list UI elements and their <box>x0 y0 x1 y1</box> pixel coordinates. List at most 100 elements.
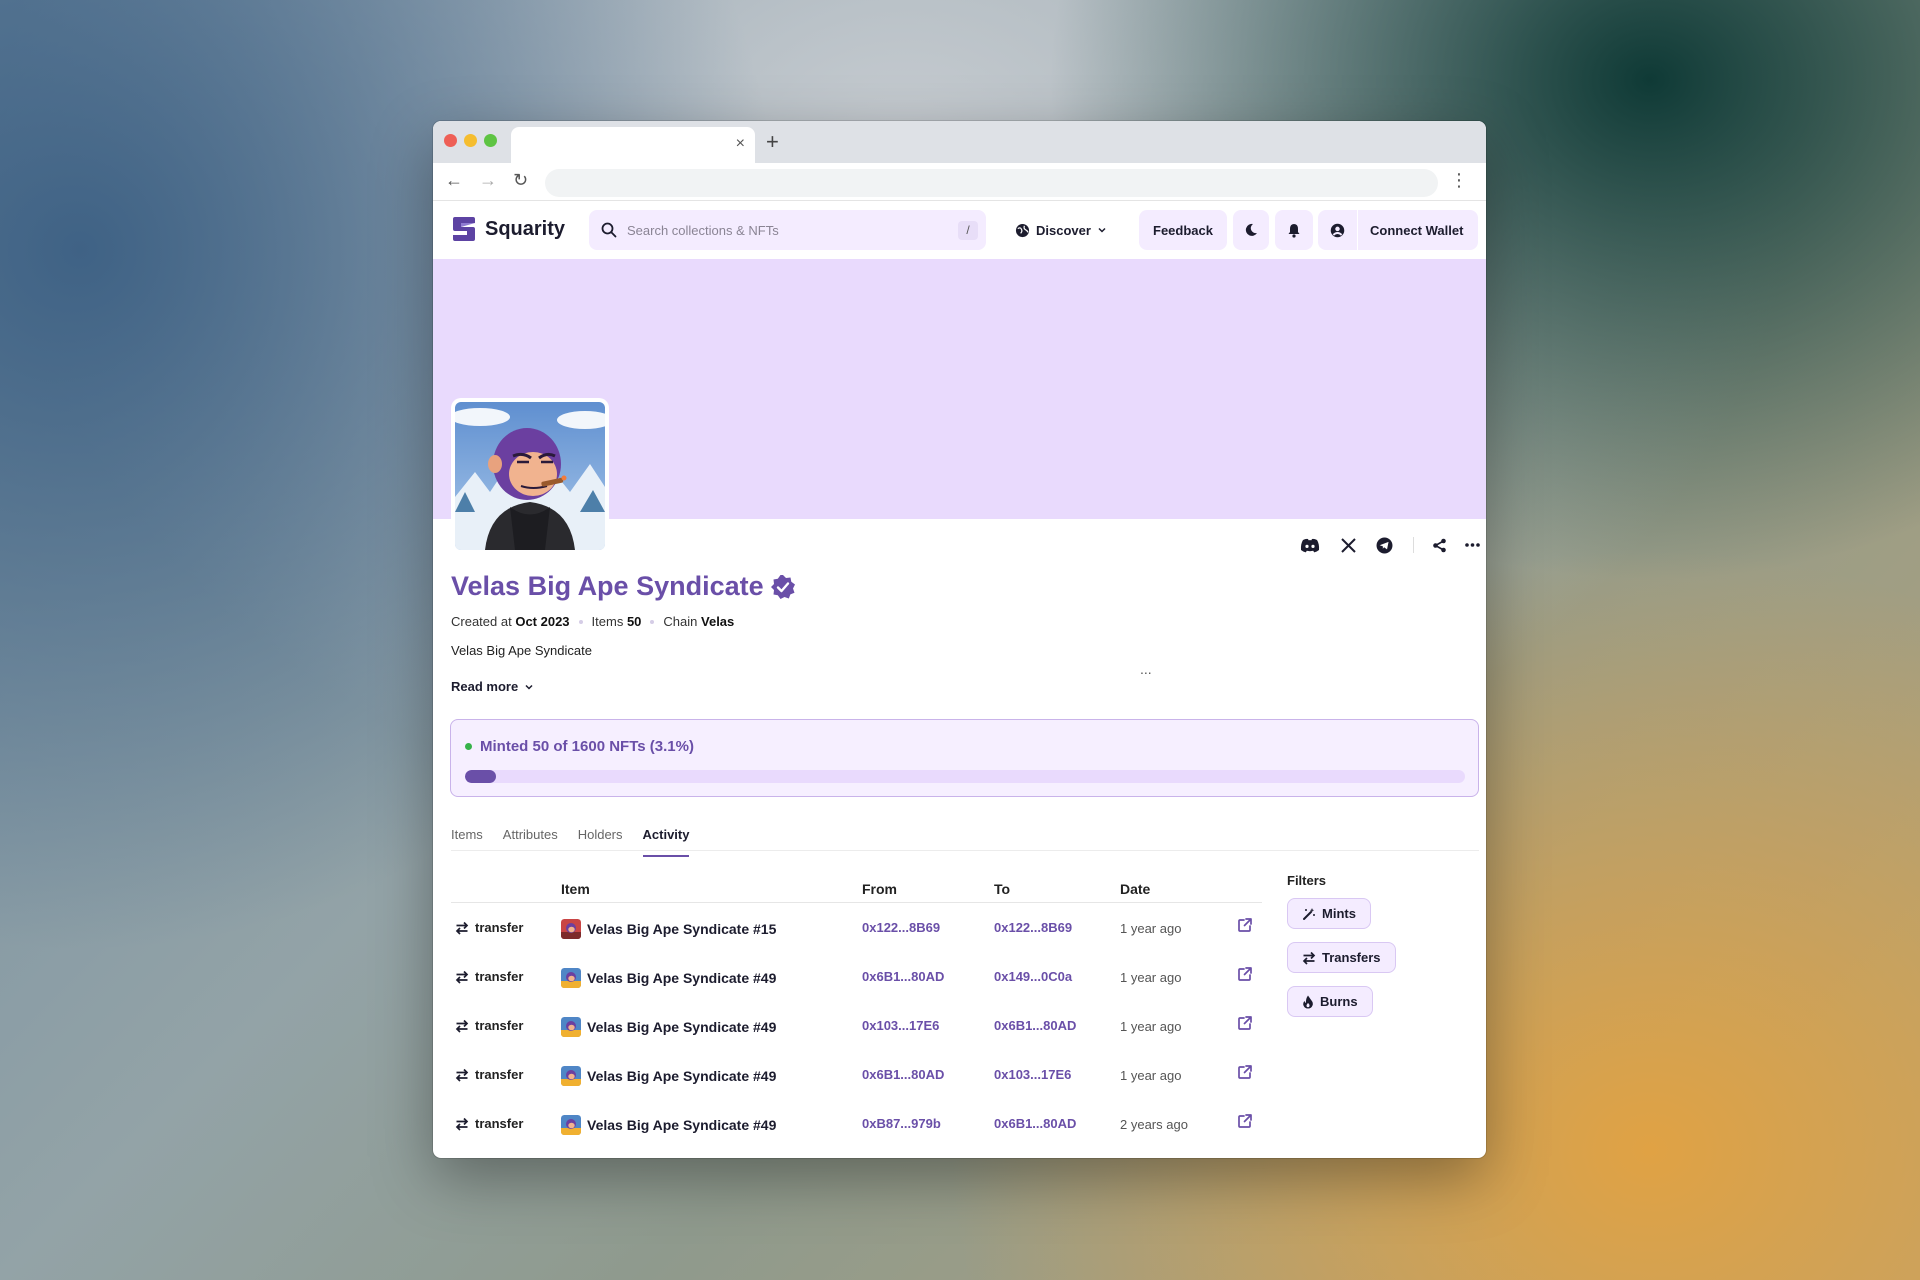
item-link[interactable]: Velas Big Ape Syndicate #49 <box>561 1017 776 1037</box>
from-address-link[interactable]: 0x6B1...80AD <box>862 969 944 984</box>
external-link-icon <box>1238 1016 1252 1030</box>
event-type-label: transfer <box>475 1067 524 1082</box>
feedback-button[interactable]: Feedback <box>1139 210 1227 250</box>
maximize-window-button[interactable] <box>484 134 497 147</box>
search-icon <box>601 222 617 238</box>
arrows-swap-icon <box>455 1068 469 1082</box>
tab-items[interactable]: Items <box>451 827 483 857</box>
created-at: Created at Oct 2023 <box>451 614 570 629</box>
tab-holders[interactable]: Holders <box>578 827 623 857</box>
tab-activity[interactable]: Activity <box>642 827 690 857</box>
notifications-button[interactable] <box>1275 210 1313 250</box>
mint-status: Minted 50 of 1600 NFTs (3.1%) <box>465 738 694 755</box>
to-address-link[interactable]: 0x6B1...80AD <box>994 1116 1076 1131</box>
mint-progress-bar <box>465 770 1465 783</box>
external-link-button[interactable] <box>1237 1064 1253 1080</box>
search-box[interactable]: / <box>589 210 986 250</box>
more-horizontal-icon <box>1464 543 1480 547</box>
filter-burns-button[interactable]: Burns <box>1287 986 1373 1017</box>
filter-mints-button[interactable]: Mints <box>1287 898 1371 929</box>
discord-link[interactable] <box>1298 533 1322 557</box>
from-address-link[interactable]: 0x103...17E6 <box>862 1018 939 1033</box>
nft-thumbnail <box>561 968 581 988</box>
table-row[interactable]: transfer Velas Big Ape Syndicate #15 0x122… <box>451 903 1262 952</box>
tab-strip: × + <box>433 121 1486 163</box>
event-type-label: transfer <box>475 920 524 935</box>
new-tab-button[interactable]: + <box>766 131 779 153</box>
table-row[interactable]: transfer Velas Big Ape Syndicate #49 0x103… <box>451 1001 1262 1050</box>
forward-button[interactable]: → <box>479 170 497 190</box>
discover-label: Discover <box>1036 222 1091 238</box>
item-link[interactable]: Velas Big Ape Syndicate #49 <box>561 968 776 988</box>
external-link-button[interactable] <box>1237 966 1253 982</box>
url-input[interactable] <box>545 169 1438 197</box>
activity-rows: transfer Velas Big Ape Syndicate #15 0x122… <box>451 903 1262 1148</box>
external-link-button[interactable] <box>1237 917 1253 933</box>
collection-name: Velas Big Ape Syndicate <box>451 571 764 601</box>
filter-transfers-label: Transfers <box>1322 950 1381 965</box>
globe-icon <box>1015 223 1030 237</box>
event-date: 1 year ago <box>1120 921 1182 936</box>
search-shortcut-badge: / <box>958 221 978 240</box>
tab-attributes[interactable]: Attributes <box>503 827 558 857</box>
minimize-window-button[interactable] <box>464 134 477 147</box>
collection-tabs: Items Attributes Holders Activity <box>451 827 690 857</box>
moon-icon <box>1245 223 1257 236</box>
telegram-link[interactable] <box>1372 533 1396 557</box>
to-address-link[interactable]: 0x149...0C0a <box>994 969 1072 984</box>
collection-meta: Created at Oct 2023 Items 50 Chain Velas <box>451 614 734 629</box>
external-link-button[interactable] <box>1237 1113 1253 1129</box>
reload-button[interactable]: ↻ <box>513 170 528 190</box>
verified-badge-icon <box>770 574 795 599</box>
read-more-button[interactable]: Read more <box>451 679 534 694</box>
nft-thumbnail <box>561 1066 581 1086</box>
magic-wand-icon <box>1303 907 1315 920</box>
filter-transfers-button[interactable]: Transfers <box>1287 942 1396 973</box>
event-type: transfer <box>455 1116 523 1131</box>
share-icon <box>1432 538 1446 552</box>
table-row[interactable]: transfer Velas Big Ape Syndicate #49 0x6B1… <box>451 952 1262 1001</box>
discord-icon <box>1300 538 1320 552</box>
more-options-button[interactable] <box>1460 533 1484 557</box>
to-address-link[interactable]: 0x6B1...80AD <box>994 1018 1076 1033</box>
column-header-from: From <box>862 881 897 897</box>
nft-thumbnail <box>561 1115 581 1135</box>
to-address-link[interactable]: 0x103...17E6 <box>994 1067 1071 1082</box>
event-type-label: transfer <box>475 1018 524 1033</box>
from-address-link[interactable]: 0xB87...979b <box>862 1116 941 1131</box>
from-address-link[interactable]: 0x122...8B69 <box>862 920 940 935</box>
meta-separator <box>650 619 655 624</box>
close-window-button[interactable] <box>444 134 457 147</box>
item-link[interactable]: Velas Big Ape Syndicate #49 <box>561 1066 776 1086</box>
account-button[interactable]: Connect Wallet <box>1318 210 1478 250</box>
from-address-link[interactable]: 0x6B1...80AD <box>862 1067 944 1082</box>
theme-toggle-button[interactable] <box>1233 210 1269 250</box>
tab-close-icon[interactable]: × <box>736 135 745 153</box>
event-date: 1 year ago <box>1120 970 1182 985</box>
discover-menu[interactable]: Discover <box>1015 214 1107 246</box>
share-button[interactable] <box>1427 533 1451 557</box>
account-icon-wrap[interactable] <box>1318 210 1358 250</box>
filter-burns-label: Burns <box>1320 994 1358 1009</box>
connect-wallet-button[interactable]: Connect Wallet <box>1358 223 1463 238</box>
browser-tab[interactable]: × <box>511 127 755 163</box>
telegram-icon <box>1376 537 1392 553</box>
item-link[interactable]: Velas Big Ape Syndicate #49 <box>561 1115 776 1135</box>
external-link-button[interactable] <box>1237 1015 1253 1031</box>
back-button[interactable]: ← <box>445 170 463 190</box>
to-address-link[interactable]: 0x122...8B69 <box>994 920 1072 935</box>
logo[interactable]: Squarity <box>451 215 565 243</box>
activity-table: Item From To Date transfer Velas Big Ape … <box>451 873 1262 1148</box>
x-link[interactable] <box>1336 533 1360 557</box>
arrows-swap-icon <box>455 921 469 935</box>
ape-avatar-image <box>455 402 605 550</box>
search-input[interactable] <box>627 216 927 244</box>
external-link-icon <box>1238 1065 1252 1079</box>
event-type-label: transfer <box>475 1116 524 1131</box>
table-row[interactable]: transfer Velas Big Ape Syndicate #49 0xB87… <box>451 1099 1262 1148</box>
item-link[interactable]: Velas Big Ape Syndicate #15 <box>561 919 776 939</box>
brand-name: Squarity <box>485 217 566 240</box>
browser-menu-button[interactable]: ⋮ <box>1450 170 1468 190</box>
arrows-swap-icon <box>455 970 469 984</box>
table-row[interactable]: transfer Velas Big Ape Syndicate #49 0x6B1… <box>451 1050 1262 1099</box>
